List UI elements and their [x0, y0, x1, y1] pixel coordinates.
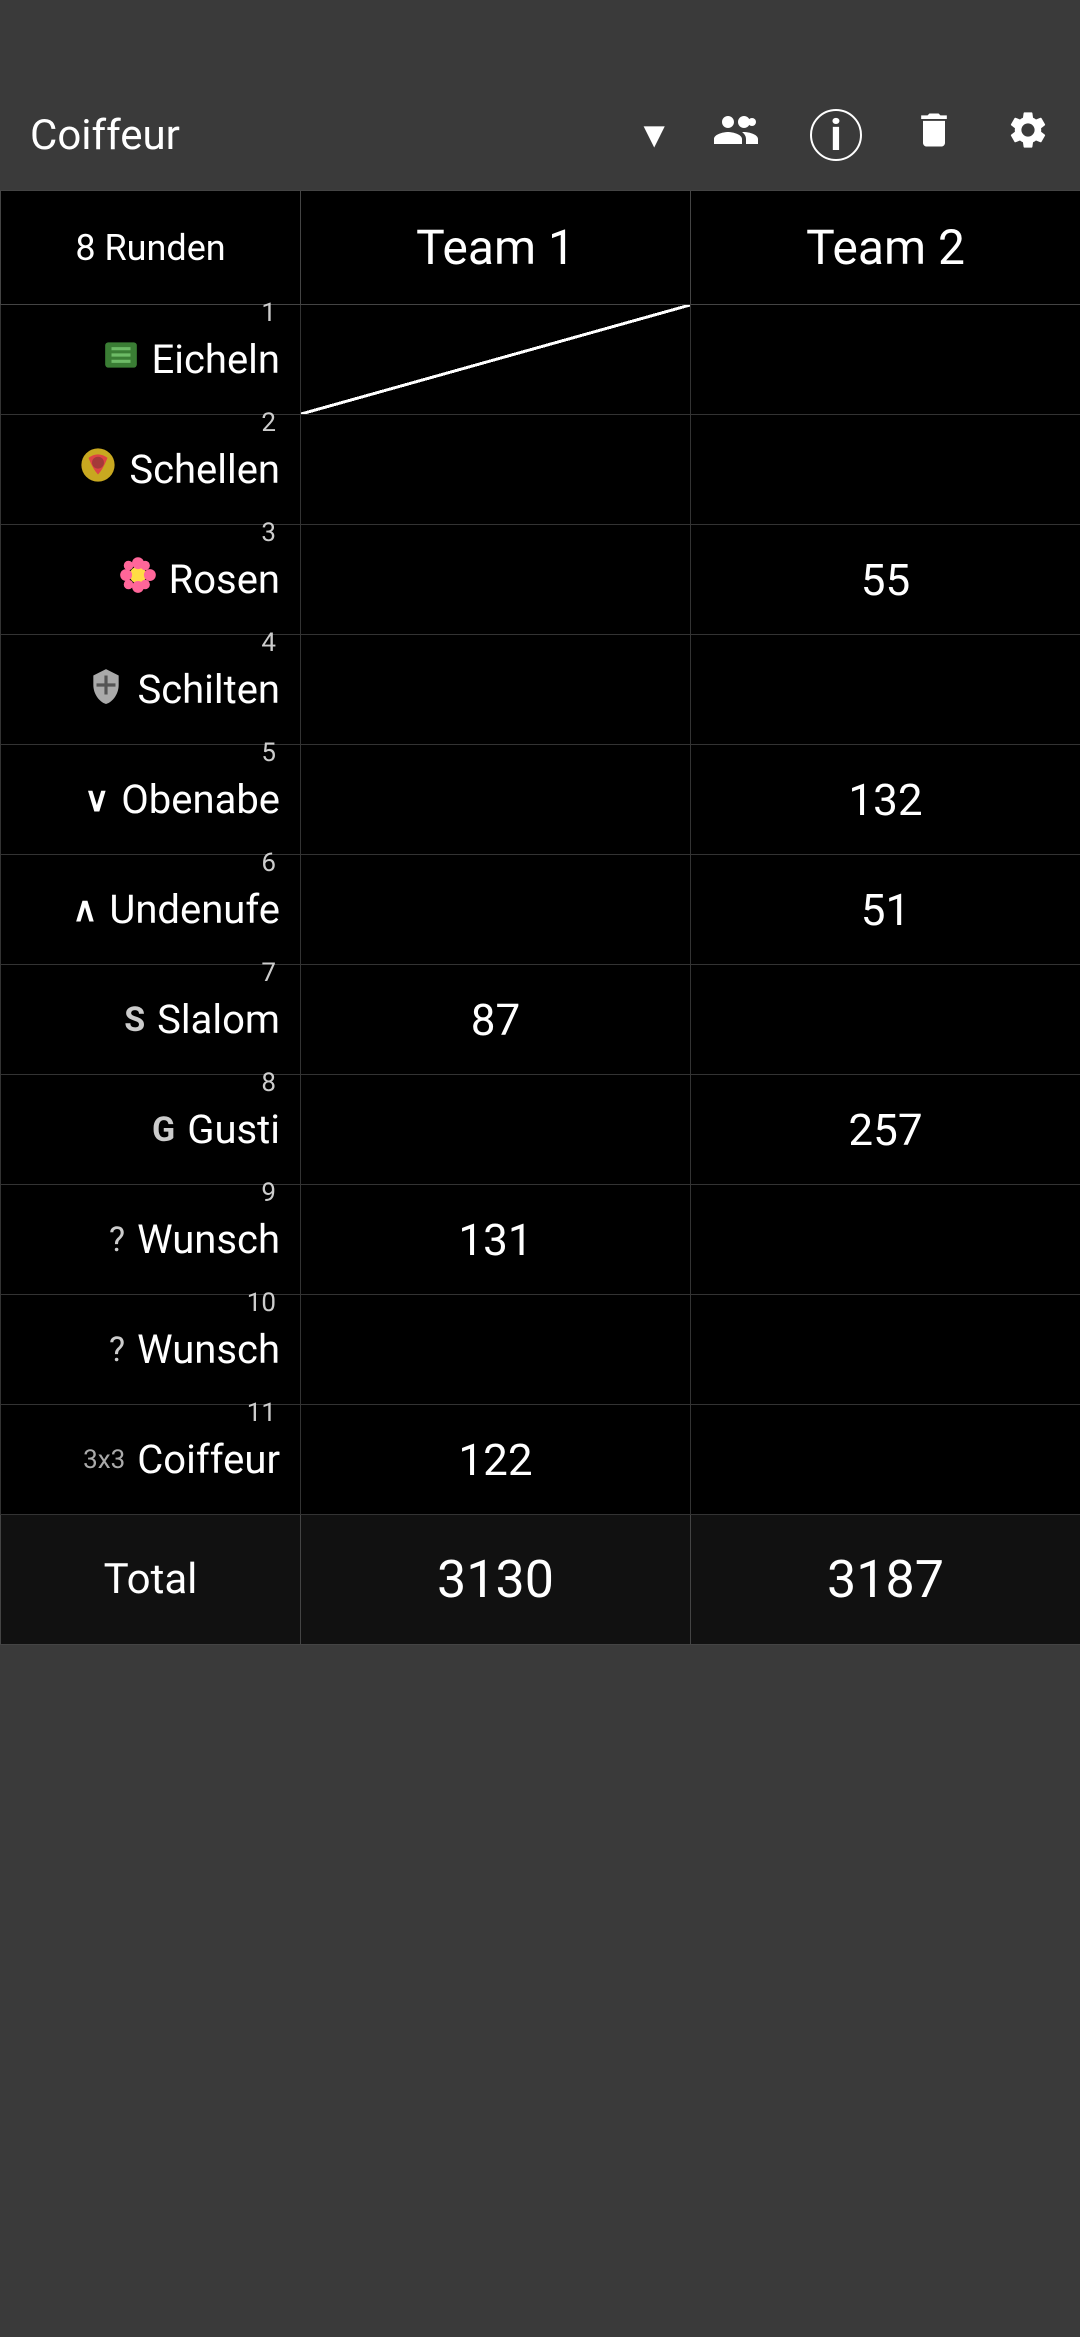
total-team1: 3130 — [301, 1515, 691, 1645]
row-team2-wunsch[interactable] — [691, 1185, 1080, 1295]
row-number: 1 — [261, 298, 276, 328]
app-title: Coiffeur — [30, 111, 616, 160]
total-team2: 3187 — [691, 1515, 1080, 1645]
rosen-icon — [119, 556, 157, 603]
row-number: 5 — [261, 738, 276, 768]
slalom-icon: S — [124, 1000, 145, 1040]
row-label-wunsch[interactable]: 9?Wunsch — [1, 1185, 301, 1295]
info-icon[interactable]: i — [810, 109, 862, 161]
row-team2-obenabe[interactable]: 132 — [691, 745, 1080, 855]
row-number: 9 — [261, 1178, 276, 1208]
undenufe-icon: ∧ — [73, 890, 98, 930]
row-number: 11 — [247, 1398, 276, 1428]
score-table-container: 8 Runden Team 1 Team 2 1 Eicheln2 Schell… — [0, 190, 1080, 1645]
row-text-eicheln: Eicheln — [152, 336, 280, 383]
row-text-coiffeur: Coiffeur — [137, 1436, 280, 1483]
row-text-schilten: Schilten — [137, 666, 280, 713]
row-text-schellen: Schellen — [129, 446, 280, 493]
row-team2-wunsch[interactable] — [691, 1295, 1080, 1405]
row-label-obenabe[interactable]: 5∨Obenabe — [1, 745, 301, 855]
row-number: 8 — [261, 1068, 276, 1098]
row-label-schilten[interactable]: 4 Schilten — [1, 635, 301, 745]
eicheln-icon — [102, 336, 140, 383]
row-team2-gusti[interactable]: 257 — [691, 1075, 1080, 1185]
coiffeur-icon: 3x3 — [83, 1445, 125, 1475]
row-team2-rosen[interactable]: 55 — [691, 525, 1080, 635]
row-team1-wunsch[interactable] — [301, 1295, 691, 1405]
total-row: Total31303187 — [1, 1515, 1080, 1645]
toolbar: Coiffeur ▼ i — [0, 80, 1080, 190]
delete-icon[interactable] — [912, 108, 956, 163]
table-row[interactable]: 113x3Coiffeur122 — [1, 1405, 1080, 1515]
row-number: 10 — [247, 1288, 276, 1318]
row-number: 7 — [261, 958, 276, 988]
row-label-coiffeur[interactable]: 113x3Coiffeur — [1, 1405, 301, 1515]
row-team2-undenufe[interactable]: 51 — [691, 855, 1080, 965]
table-row[interactable]: 10?Wunsch — [1, 1295, 1080, 1405]
score-table: 8 Runden Team 1 Team 2 1 Eicheln2 Schell… — [0, 190, 1080, 1645]
row-team1-obenabe[interactable] — [301, 745, 691, 855]
wunsch-icon: ? — [109, 1220, 125, 1260]
row-label-slalom[interactable]: 7SSlalom — [1, 965, 301, 1075]
table-row[interactable]: 5∨Obenabe132 — [1, 745, 1080, 855]
row-team2-coiffeur[interactable] — [691, 1405, 1080, 1515]
total-label: Total — [1, 1515, 301, 1645]
table-row[interactable]: 4 Schilten — [1, 635, 1080, 745]
table-row[interactable]: 6∧Undenufe51 — [1, 855, 1080, 965]
row-team1-undenufe[interactable] — [301, 855, 691, 965]
row-label-eicheln[interactable]: 1 Eicheln — [1, 305, 301, 415]
row-team1-rosen[interactable] — [301, 525, 691, 635]
table-header-row: 8 Runden Team 1 Team 2 — [1, 191, 1080, 305]
row-label-gusti[interactable]: 8GGusti — [1, 1075, 301, 1185]
row-team2-eicheln[interactable] — [691, 305, 1080, 415]
row-number: 6 — [261, 848, 276, 878]
table-row[interactable]: 2 Schellen — [1, 415, 1080, 525]
row-label-wunsch[interactable]: 10?Wunsch — [1, 1295, 301, 1405]
table-row[interactable]: 1 Eicheln — [1, 305, 1080, 415]
row-team2-schilten[interactable] — [691, 635, 1080, 745]
schellen-icon — [79, 446, 117, 493]
row-team1-coiffeur[interactable]: 122 — [301, 1405, 691, 1515]
row-text-gusti: Gusti — [187, 1106, 280, 1153]
row-text-rosen: Rosen — [169, 556, 280, 603]
row-number: 2 — [261, 408, 276, 438]
row-text-wunsch: Wunsch — [137, 1216, 280, 1263]
group-icon[interactable] — [712, 106, 760, 165]
table-row[interactable]: 9?Wunsch131 — [1, 1185, 1080, 1295]
table-row[interactable]: 7SSlalom87 — [1, 965, 1080, 1075]
row-text-slalom: Slalom — [157, 996, 280, 1043]
row-number: 3 — [261, 518, 276, 548]
row-team1-slalom[interactable]: 87 — [301, 965, 691, 1075]
row-team1-schellen[interactable] — [301, 415, 691, 525]
row-text-undenufe: Undenufe — [109, 886, 280, 933]
team2-header: Team 2 — [691, 191, 1080, 305]
schilten-icon — [87, 666, 125, 713]
team1-header: Team 1 — [301, 191, 691, 305]
toolbar-icons: i — [712, 106, 1050, 165]
table-row[interactable]: 3 Rosen 55 — [1, 525, 1080, 635]
row-team2-slalom[interactable] — [691, 965, 1080, 1075]
dropdown-icon[interactable]: ▼ — [636, 114, 672, 156]
row-label-schellen[interactable]: 2 Schellen — [1, 415, 301, 525]
row-text-obenabe: Obenabe — [121, 776, 280, 823]
gusti-icon: G — [152, 1110, 175, 1150]
row-team1-gusti[interactable] — [301, 1075, 691, 1185]
row-label-undenufe[interactable]: 6∧Undenufe — [1, 855, 301, 965]
settings-icon[interactable] — [1006, 108, 1050, 163]
obenabe-icon: ∨ — [84, 780, 109, 820]
status-bar — [0, 0, 1080, 80]
rounds-header: 8 Runden — [1, 191, 301, 305]
row-text-wunsch: Wunsch — [137, 1326, 280, 1373]
row-team2-schellen[interactable] — [691, 415, 1080, 525]
row-number: 4 — [261, 628, 276, 658]
row-team1-wunsch[interactable]: 131 — [301, 1185, 691, 1295]
row-team1-eicheln[interactable] — [301, 305, 691, 415]
wunsch-icon: ? — [109, 1330, 125, 1370]
row-team1-schilten[interactable] — [301, 635, 691, 745]
row-label-rosen[interactable]: 3 Rosen — [1, 525, 301, 635]
table-row[interactable]: 8GGusti257 — [1, 1075, 1080, 1185]
